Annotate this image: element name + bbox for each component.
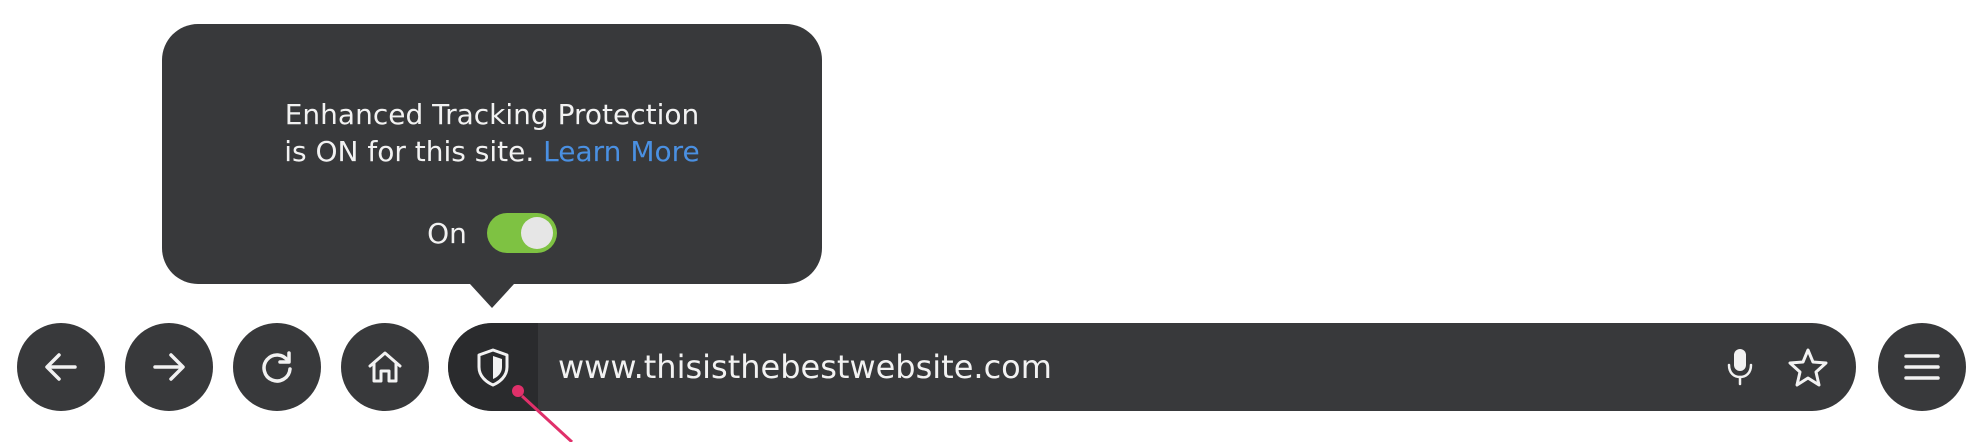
popup-title: Enhanced Tracking Protection	[284, 98, 700, 131]
protection-toggle-row: On	[162, 212, 822, 254]
microphone-icon	[1727, 349, 1753, 386]
shield-icon	[477, 348, 509, 387]
arrow-left-icon	[45, 353, 77, 381]
annotation-pointer-dot	[512, 385, 524, 397]
back-button[interactable]	[17, 323, 105, 411]
hamburger-menu-icon	[1904, 354, 1940, 380]
reload-icon	[262, 351, 292, 383]
address-bar[interactable]: www.thisisthebestwebsite.com	[448, 323, 1856, 411]
home-button[interactable]	[341, 323, 429, 411]
menu-button[interactable]	[1878, 323, 1966, 411]
url-text[interactable]: www.thisisthebestwebsite.com	[558, 323, 1052, 411]
learn-more-link[interactable]: Learn More	[543, 135, 700, 168]
microphone-button[interactable]	[1718, 345, 1762, 389]
popup-status-text: is ON for this site.	[284, 135, 535, 168]
protection-toggle[interactable]	[486, 213, 557, 253]
popup-subtitle: is ON for this site. Learn More	[162, 133, 822, 170]
tracking-protection-popup: Enhanced Tracking Protection is ON for t…	[162, 24, 822, 284]
forward-button[interactable]	[125, 323, 213, 411]
home-icon	[368, 351, 402, 383]
tracking-protection-button[interactable]	[448, 323, 538, 411]
popup-arrow	[470, 284, 514, 308]
arrow-right-icon	[153, 353, 185, 381]
reload-button[interactable]	[233, 323, 321, 411]
star-icon	[1788, 348, 1828, 387]
browser-stage: Enhanced Tracking Protection is ON for t…	[0, 0, 1982, 442]
bookmark-star-button[interactable]	[1784, 345, 1832, 389]
toggle-label: On	[427, 216, 467, 250]
toggle-knob	[520, 217, 553, 249]
popup-message: Enhanced Tracking Protection is ON for t…	[162, 96, 822, 170]
